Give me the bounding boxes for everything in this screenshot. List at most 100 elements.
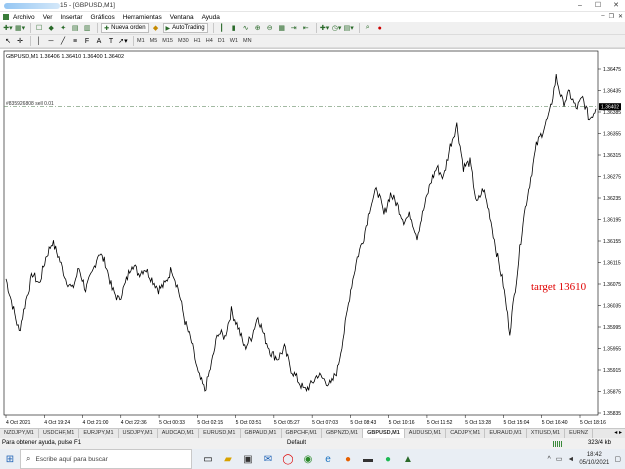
mdi-close-button[interactable]: ✕ — [618, 13, 623, 20]
search-icon[interactable]: ⌕ — [363, 23, 373, 33]
profiles-icon[interactable]: ▦▾ — [15, 23, 25, 33]
opera-icon[interactable]: ◯ — [278, 449, 298, 469]
target-annotation: target 13610 — [531, 281, 587, 293]
autotrading-label: AutoTrading — [172, 25, 205, 31]
horizontal-line-icon[interactable]: ─ — [46, 36, 56, 46]
crosshair-icon[interactable]: ✛ — [15, 36, 25, 46]
file-explorer-icon[interactable]: ▰ — [218, 449, 238, 469]
taskbar-search[interactable]: ⌕ Escribe aquí para buscar — [20, 449, 192, 469]
timeframe-d1[interactable]: D1 — [218, 38, 225, 44]
clock-time: 18:42 — [586, 452, 602, 458]
menu-bar: Archivo Ver Insertar Gráficos Herramient… — [0, 12, 625, 22]
timeframe-h1[interactable]: H1 — [194, 38, 201, 44]
line-chart-icon[interactable]: ∿ — [241, 23, 251, 33]
y-tick-label: 1.36195 — [603, 218, 621, 224]
y-tick-label: 1.36115 — [603, 261, 621, 267]
tray-chevron-icon[interactable]: ^ — [547, 456, 550, 463]
arrow-icon[interactable]: ➚▾ — [118, 36, 128, 46]
store-icon[interactable]: ▣ — [238, 449, 258, 469]
y-tick-label: 1.36155 — [603, 239, 621, 245]
y-tick-label: 1.36275 — [603, 175, 621, 181]
menu-archivo[interactable]: Archivo — [13, 14, 35, 21]
profile-status: Default — [287, 440, 307, 446]
volume-icon[interactable]: ◄ — [567, 456, 574, 463]
window-title: 15 - [GBPUSD,M1] — [60, 2, 115, 9]
timeframe-m5[interactable]: M5 — [150, 38, 158, 44]
menu-ventana[interactable]: Ventana — [170, 14, 194, 21]
timeframe-m30[interactable]: M30 — [178, 38, 189, 44]
help-status: Para obtener ayuda, pulse F1 — [2, 440, 82, 446]
y-tick-label: 1.35995 — [603, 325, 621, 331]
zoom-out-icon[interactable]: ⊖ — [265, 23, 275, 33]
menu-graficos[interactable]: Gráficos — [91, 14, 115, 21]
price-chart[interactable]: GBPUSD,M1 1.36406 1.36410 1.36400 1.3640… — [0, 48, 625, 426]
y-tick-label: 1.35835 — [603, 411, 621, 417]
tab-scroll-arrows-icon[interactable]: ◂ ▸ — [611, 429, 625, 438]
price-chart-svg[interactable]: GBPUSD,M1 1.36406 1.36410 1.36400 1.3640… — [0, 49, 625, 429]
connection-bars-icon — [553, 441, 563, 447]
clock-date: 05/10/2021 — [579, 460, 610, 466]
vertical-line-icon[interactable]: │ — [34, 36, 44, 46]
edge-icon[interactable]: e — [318, 449, 338, 469]
data-window-icon[interactable]: ◆ — [46, 23, 56, 33]
minimize-button[interactable]: – — [571, 0, 589, 12]
candle-chart-icon[interactable]: ▮ — [229, 23, 239, 33]
new-order-icon: ✚ — [104, 25, 110, 32]
tile-windows-icon[interactable]: ▦ — [277, 23, 287, 33]
notifications-icon[interactable]: ▢ — [614, 455, 621, 463]
label-icon[interactable]: T — [106, 36, 116, 46]
chart-tabs: NZDJPY,M1 USDCHF,M1 EURJPY,M1 USDJPY,M1 AUDC… — [0, 428, 625, 439]
terminal-app-icon[interactable]: ▬ — [358, 449, 378, 469]
new-order-button[interactable]: ✚ Nueva orden — [101, 23, 149, 33]
metatrader-icon[interactable]: ▲ — [398, 449, 418, 469]
y-tick-label: 1.36315 — [603, 153, 621, 159]
terminal-icon[interactable]: ▤ — [70, 23, 80, 33]
timeframe-m15[interactable]: M15 — [162, 38, 173, 44]
windows-start-icon[interactable]: ⊞ — [0, 449, 20, 469]
close-button[interactable]: ✕ — [607, 0, 625, 12]
mdi-minimize-button[interactable]: – — [601, 13, 604, 20]
timeframe-mn[interactable]: MN — [243, 38, 252, 44]
new-chart-icon[interactable]: ✚▾ — [3, 23, 13, 33]
channel-icon[interactable]: ≡ — [70, 36, 80, 46]
menu-ver[interactable]: Ver — [43, 14, 53, 21]
periods-icon[interactable]: ◷▾ — [332, 23, 342, 33]
menu-insertar[interactable]: Insertar — [60, 14, 82, 21]
y-tick-label: 1.35915 — [603, 368, 621, 374]
maximize-button[interactable]: ☐ — [589, 0, 607, 12]
timeframe-h4[interactable]: H4 — [206, 38, 213, 44]
autotrading-button[interactable]: ▶ AutoTrading — [162, 23, 208, 33]
indicators-icon[interactable]: ✚▾ — [320, 23, 330, 33]
market-watch-icon[interactable]: ☐ — [34, 23, 44, 33]
task-view-icon[interactable]: ▭ — [198, 449, 218, 469]
mdi-restore-button[interactable]: ❐ — [609, 13, 614, 20]
menu-herramientas[interactable]: Herramientas — [123, 14, 162, 21]
menu-ayuda[interactable]: Ayuda — [202, 14, 220, 21]
navigator-icon[interactable]: ✦ — [58, 23, 68, 33]
tester-icon[interactable]: ▥ — [82, 23, 92, 33]
trendline-icon[interactable]: ╱ — [58, 36, 68, 46]
firefox-icon[interactable]: ● — [338, 449, 358, 469]
cursor-icon[interactable]: ↖ — [3, 36, 13, 46]
x-tick-label: 4 Oct 19:24 — [44, 420, 70, 426]
x-tick-label: 5 Oct 10:16 — [389, 420, 415, 426]
network-icon[interactable]: ▭ — [556, 455, 563, 463]
new-order-label: Nueva orden — [111, 25, 146, 31]
bar-chart-icon[interactable]: ┃ — [217, 23, 227, 33]
templates-icon[interactable]: ▤▾ — [344, 23, 354, 33]
text-icon[interactable]: A — [94, 36, 104, 46]
taskbar-clock[interactable]: 18:42 05/10/2021 — [579, 451, 609, 467]
notification-icon[interactable]: ● — [375, 23, 385, 33]
zoom-in-icon[interactable]: ⊕ — [253, 23, 263, 33]
chrome-icon[interactable]: ◉ — [298, 449, 318, 469]
chart-shift-icon[interactable]: ⇤ — [301, 23, 311, 33]
metaeditor-icon[interactable]: ◆ — [151, 23, 161, 33]
timeframe-m1[interactable]: M1 — [137, 38, 145, 44]
spotify-icon[interactable]: ● — [378, 449, 398, 469]
timeframe-w1[interactable]: W1 — [230, 38, 238, 44]
fibonacci-icon[interactable]: F — [82, 36, 92, 46]
autoscroll-icon[interactable]: ⇥ — [289, 23, 299, 33]
current-price-label: 1.36402 — [601, 105, 619, 111]
x-tick-label: 5 Oct 07:03 — [312, 420, 338, 426]
mail-icon[interactable]: ✉ — [258, 449, 278, 469]
